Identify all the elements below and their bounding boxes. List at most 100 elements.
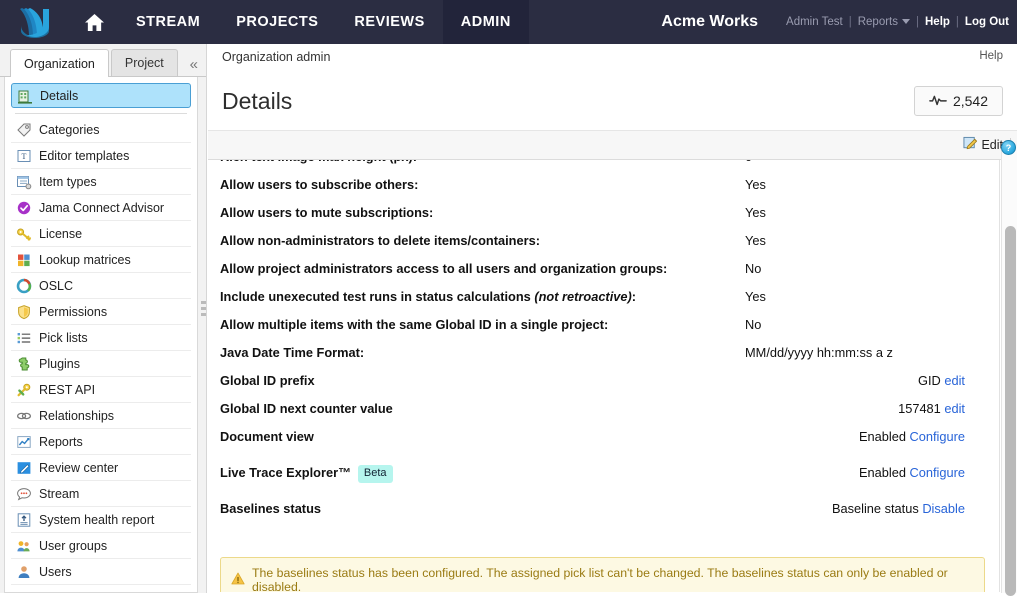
help-link-top[interactable]: Help [925,16,950,28]
sidebar-item-label: Item types [39,174,97,189]
detail-row-label: Allow project administrators access to a… [220,260,745,279]
detail-value-text: Baseline status [831,501,919,516]
resize-grip-dot [201,306,206,310]
edit-pencil-icon [963,136,978,154]
detail-row-value: No [745,260,761,279]
edit-button-label: Edit [981,138,1003,152]
chevron-double-left-icon[interactable]: « [190,57,198,72]
sidebar-item-plugins[interactable]: Plugins [11,351,191,377]
sidebar-item-oslc[interactable]: OSLC [11,273,191,299]
detail-value-text: Yes [745,177,766,192]
current-user-label[interactable]: Admin Test [786,16,843,28]
detail-value-text: MM/dd/yyyy hh:mm:ss a z [745,345,893,360]
pencil-square-icon [16,460,32,476]
detail-row-value: No [745,316,761,335]
resize-grip-dot [201,300,206,304]
admin-sidebar: Organization Project « Details Categories… [0,44,207,593]
detail-row-value: MM/dd/yyyy hh:mm:ss a z [745,344,893,363]
top-navigation-bar: STREAM PROJECTS REVIEWS ADMIN Acme Works… [0,0,1017,44]
detail-row-value: Yes [745,204,766,223]
sidebar-tabstrip: Organization Project « [0,44,206,77]
detail-value-action-link[interactable]: edit [944,373,965,388]
jama-logo-icon[interactable] [0,0,70,44]
sidebar-item-jama-connect-advisor[interactable]: Jama Connect Advisor [11,195,191,221]
activity-count-value: 2,542 [952,93,988,109]
sidebar-item-rest-api[interactable]: REST API [11,377,191,403]
tab-organization[interactable]: Organization [10,49,109,77]
speech-bubble-icon [16,486,32,502]
detail-row-label: Allow users to subscribe others: [220,176,745,195]
detail-value-text: Enabled [858,465,906,480]
detail-value-action-link[interactable]: Disable [922,501,965,516]
detail-row: Baselines status Baseline status Disable [220,495,999,523]
detail-row-value: Yes [745,288,766,307]
sidebar-item-review-center[interactable]: Review center [11,455,191,481]
sidebar-item-user-groups[interactable]: User groups [11,533,191,559]
building-icon [17,88,33,104]
sidebar-item-reports[interactable]: Reports [11,429,191,455]
sidebar-item-pick-lists[interactable]: Pick lists [11,325,191,351]
detail-row-value: Baseline status Disable [745,500,985,519]
detail-value-text: No [745,317,762,332]
detail-value-action-link[interactable]: edit [944,401,965,416]
chart-icon [16,434,32,450]
sidebar-item-item-types[interactable]: Item types [11,169,191,195]
sidebar-item-permissions[interactable]: Permissions [11,299,191,325]
detail-value-action-link[interactable]: Configure [910,465,966,480]
detail-label-text: Global ID next counter value [220,401,393,416]
sidebar-item-details[interactable]: Details [11,83,191,108]
nav-item-stream[interactable]: STREAM [118,0,218,44]
sidebar-item-lookup-matrices[interactable]: Lookup matrices [11,247,191,273]
row-spacer [220,487,999,495]
detail-value-action-link[interactable]: Configure [910,429,966,444]
activity-count-chip[interactable]: 2,542 [913,86,1003,116]
detail-row: Allow multiple items with the same Globa… [220,311,999,339]
content-scrollbar[interactable] [1001,146,1017,596]
sidebar-item-users[interactable]: Users [11,559,191,585]
sidebar-item-editor-templates[interactable]: T Editor templates [11,143,191,169]
sidebar-item-system-health-report[interactable]: System health report [11,507,191,533]
detail-label-suffix: : [631,289,637,304]
detail-row: Allow project administrators access to a… [220,255,999,283]
sidebar-item-label: System health report [39,512,155,527]
baselines-notice-text: The baselines status has been configured… [252,566,948,592]
detail-label-text: Document view [220,429,314,444]
nav-item-projects[interactable]: PROJECTS [218,0,336,44]
detail-value-text: 157481 [898,401,941,416]
detail-label-qualifier: (not retroactive) [534,289,632,304]
sidebar-item-label: Users [39,564,72,579]
sidebar-item-list: Details Categories T Editor templates Item t… [4,77,198,593]
sidebar-resize-handle[interactable] [200,295,207,321]
sidebar-item-label: Stream [39,486,80,501]
logout-link[interactable]: Log Out [965,16,1009,28]
reports-menu[interactable]: Reports [858,16,910,28]
tab-project[interactable]: Project [110,49,178,76]
sidebar-item-categories[interactable]: Categories [11,117,191,143]
detail-row-label: Allow non-administrators to delete items… [220,232,745,251]
details-rows-container: Rich text image max height (px): 0 Allow u… [208,160,999,531]
link-chain-icon [16,408,32,424]
activity-pulse-icon [929,93,947,109]
shield-icon [16,304,32,320]
sidebar-item-license[interactable]: License [11,221,191,247]
sidebar-item-label: Categories [39,122,100,137]
detail-row-value: 157481 edit [745,400,985,419]
help-link-page[interactable]: Help [979,50,1003,62]
sidebar-item-relationships[interactable]: Relationships [11,403,191,429]
nav-item-reviews[interactable]: REVIEWS [336,0,442,44]
home-icon[interactable] [70,0,118,44]
scrollbar-thumb[interactable] [1005,226,1016,596]
detail-label-text: Baselines status [220,501,322,516]
edit-button[interactable]: Edit [963,136,1003,154]
detail-value-text: GID [918,373,941,388]
sidebar-item-label: License [39,226,83,241]
nav-separator-2: | [916,16,919,28]
sidebar-item-label: Editor templates [39,148,130,163]
help-orb-icon[interactable]: ? [1001,140,1016,155]
text-template-icon: T [16,148,32,164]
sidebar-item-stream[interactable]: Stream [11,481,191,507]
row-spacer [220,451,999,459]
resize-grip-dot [201,312,206,316]
nav-item-admin[interactable]: ADMIN [442,0,529,44]
detail-row-label: Global ID prefix [220,372,745,391]
